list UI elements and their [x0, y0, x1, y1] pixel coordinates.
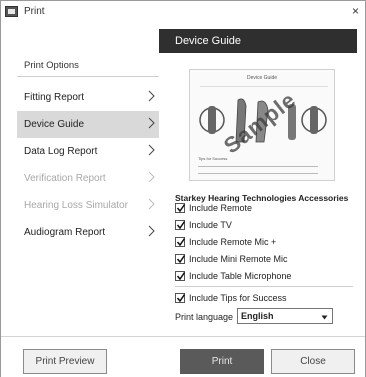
window-title: Print [24, 5, 45, 17]
menu-item-fitting-report[interactable]: Fitting Report [17, 84, 159, 111]
button-bar: Print Preview Print Close [1, 336, 365, 377]
checkbox-label: Include Tips for Success [189, 293, 287, 303]
include-tv-checkbox[interactable]: Include TV [175, 218, 232, 232]
divider [175, 286, 353, 287]
menu-item-label: Data Log Report [24, 146, 98, 157]
preview-line [198, 173, 318, 174]
checkbox-checked-icon [175, 293, 186, 303]
checkbox-checked-icon [175, 203, 186, 213]
print-language-label: Print language [175, 312, 234, 322]
print-button[interactable]: Print [180, 349, 264, 374]
menu-item-label: Fitting Report [24, 92, 85, 103]
title-bar: Print × [1, 1, 365, 21]
print-language-select[interactable]: English [237, 308, 333, 324]
menu-item-verification-report: Verification Report [17, 165, 159, 192]
menu-item-audiogram-report[interactable]: Audiogram Report [17, 219, 159, 246]
close-button[interactable]: Close [271, 349, 355, 374]
include-remote-checkbox[interactable]: Include Remote [175, 201, 252, 215]
preview-subheader [200, 82, 328, 87]
chevron-right-icon [147, 225, 155, 237]
chevron-right-icon [147, 117, 155, 129]
checkbox-checked-icon [175, 271, 186, 281]
dropdown-arrow-icon [321, 313, 328, 320]
selected-language: English [241, 311, 274, 321]
include-mini-remote-mic-checkbox[interactable]: Include Mini Remote Mic [175, 252, 288, 266]
checkbox-checked-icon [175, 220, 186, 230]
checkbox-label: Include Mini Remote Mic [189, 254, 288, 264]
print-dialog: Print × Print Options Fitting Report Dev… [0, 0, 366, 377]
menu-item-label: Device Guide [24, 119, 85, 130]
menu-item-label: Audiogram Report [24, 227, 106, 238]
print-preview-button[interactable]: Print Preview [23, 349, 107, 374]
panel-title: Device Guide [159, 29, 357, 53]
checkbox-label: Include Remote [189, 203, 253, 213]
checkbox-checked-icon [175, 254, 186, 264]
preview-tips-text: Tips for Success [198, 156, 228, 161]
preview-line [198, 166, 318, 167]
checkbox-label: Include Table Microphone [189, 271, 292, 281]
print-options-heading: Print Options [24, 60, 79, 71]
document-preview: Device Guide Tips for Success Sample [189, 69, 335, 181]
divider [17, 76, 159, 77]
preview-doc-title: Device Guide [246, 75, 277, 81]
chevron-right-icon [147, 144, 155, 156]
checkbox-label: Include Remote Mic + [189, 237, 277, 247]
menu-item-device-guide[interactable]: Device Guide [17, 111, 159, 138]
checkbox-label: Include TV [189, 220, 232, 230]
menu-item-label: Verification Report [24, 173, 106, 184]
menu-item-data-log-report[interactable]: Data Log Report [17, 138, 159, 165]
menu-item-hearing-loss-simulator: Hearing Loss Simulator [17, 192, 159, 219]
include-tips-for-success-checkbox[interactable]: Include Tips for Success [175, 291, 287, 305]
right-panel: Device Guide Device Guide Tips for Succe… [159, 29, 357, 334]
menu-item-label: Hearing Loss Simulator [24, 200, 128, 211]
close-icon[interactable]: × [352, 4, 359, 18]
checkbox-checked-icon [175, 237, 186, 247]
include-remote-mic-plus-checkbox[interactable]: Include Remote Mic + [175, 235, 276, 249]
include-table-microphone-checkbox[interactable]: Include Table Microphone [175, 269, 291, 283]
printer-app-icon [5, 5, 18, 17]
chevron-right-icon [147, 171, 155, 183]
chevron-right-icon [147, 198, 155, 210]
chevron-right-icon [147, 90, 155, 102]
